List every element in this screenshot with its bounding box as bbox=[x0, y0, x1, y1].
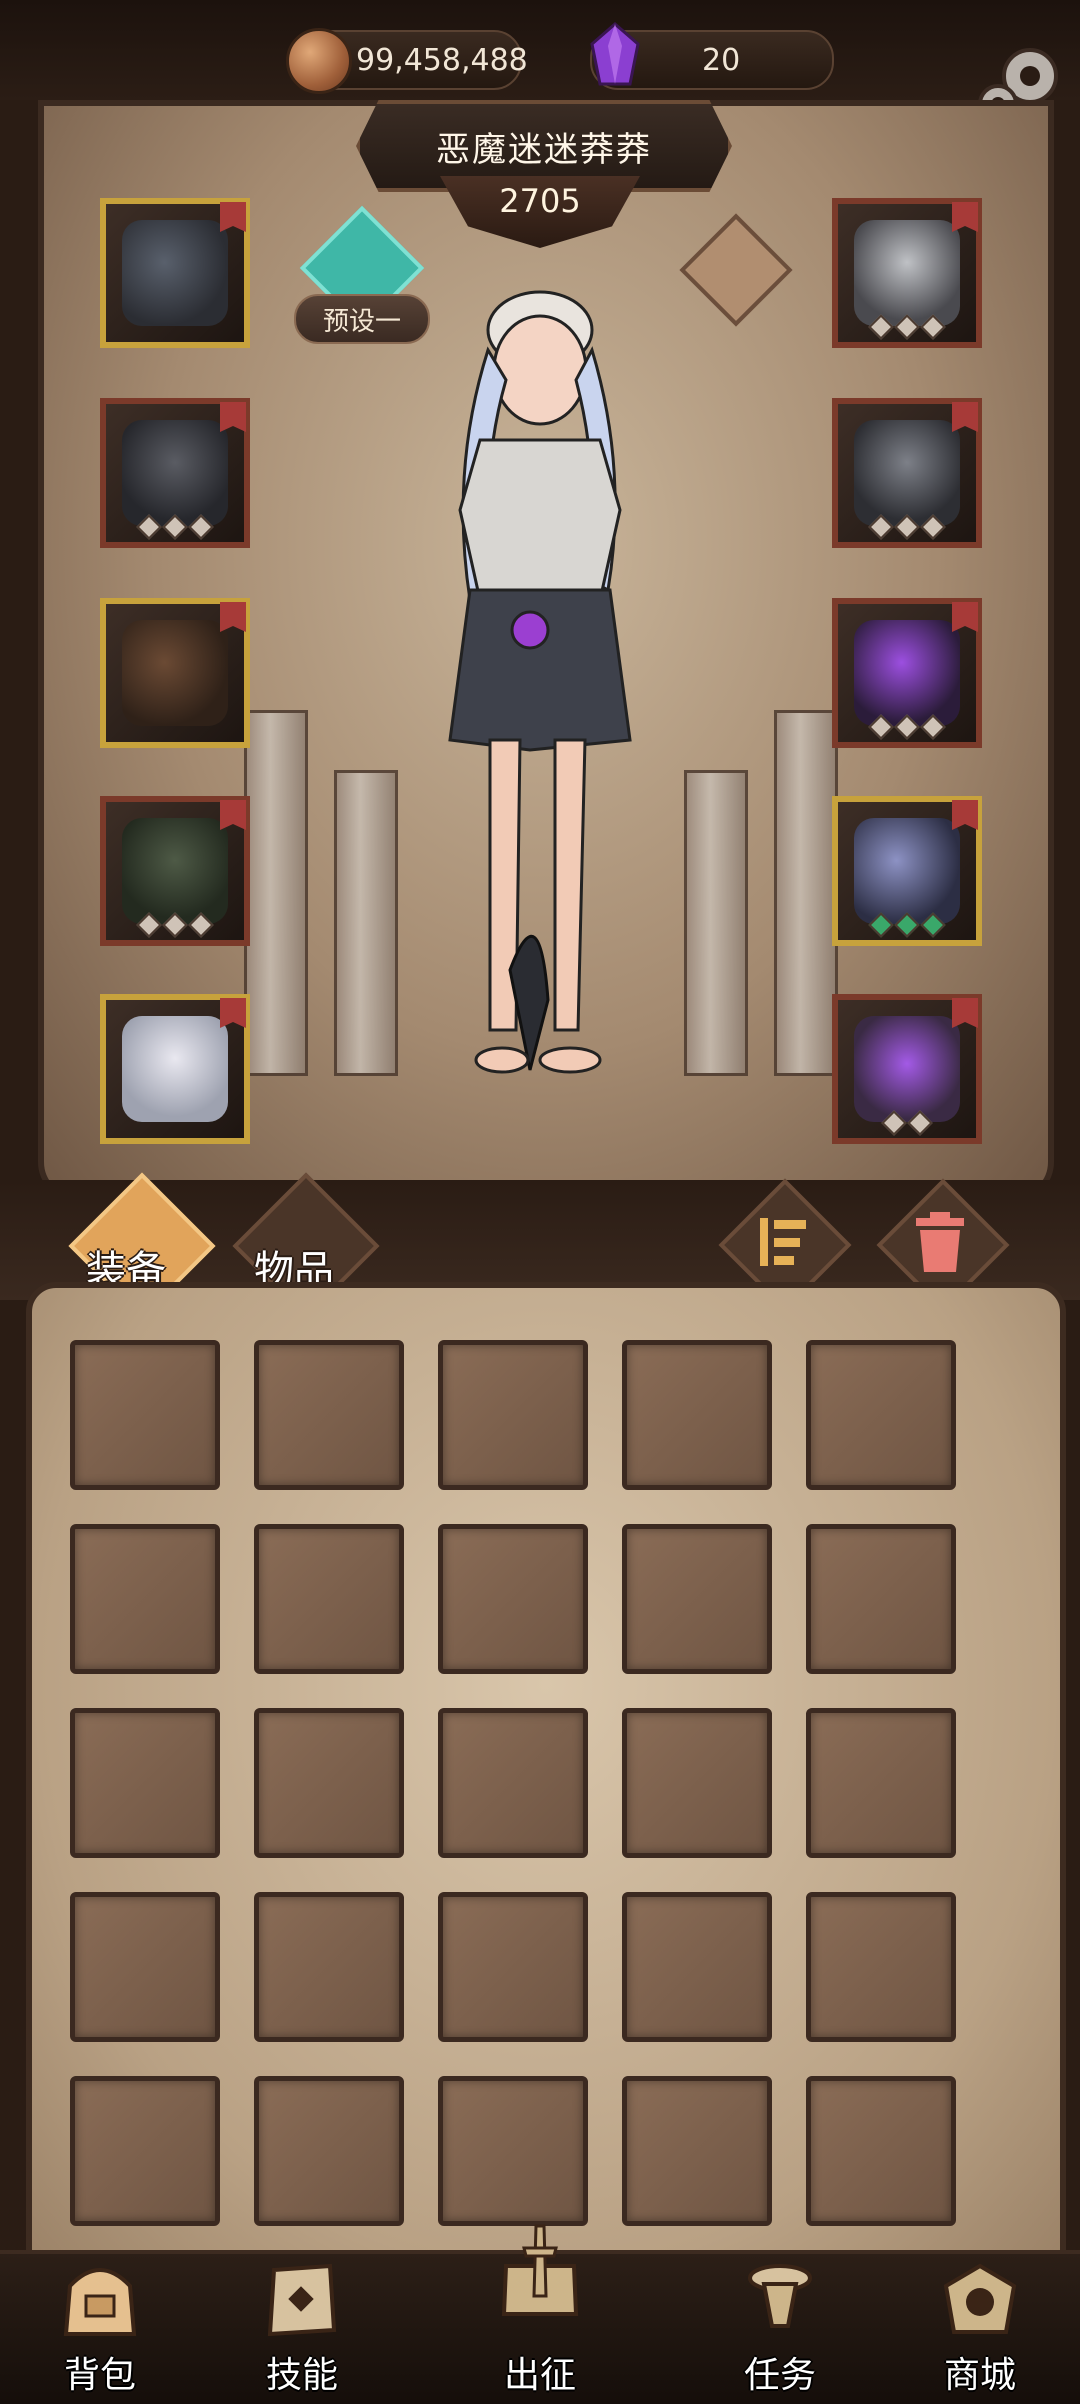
gloves-icon bbox=[122, 620, 228, 726]
skill-icon bbox=[267, 2263, 337, 2337]
inventory-slot[interactable] bbox=[70, 1524, 220, 1674]
backpack-icon bbox=[63, 2268, 137, 2336]
power-value: 2705 bbox=[499, 182, 581, 220]
inventory-slot[interactable] bbox=[622, 1892, 772, 2042]
coin-amount: 99,458,488 bbox=[356, 42, 528, 78]
socket-gems bbox=[106, 912, 244, 938]
equip-slot-gloves[interactable] bbox=[100, 598, 250, 748]
helmet-icon bbox=[854, 220, 960, 326]
nav-backpack-label: 背包 bbox=[63, 2355, 136, 2396]
inventory-slot[interactable] bbox=[806, 1340, 956, 1490]
level-badge bbox=[220, 800, 246, 830]
nav-expedition-label: 出征 bbox=[503, 2355, 576, 2396]
shop-icon bbox=[943, 2263, 1017, 2334]
socket-gems bbox=[838, 912, 976, 938]
inventory-slot[interactable] bbox=[806, 2076, 956, 2226]
level-badge bbox=[952, 402, 978, 432]
inventory-slot[interactable] bbox=[438, 1524, 588, 1674]
inventory-slot[interactable] bbox=[254, 1892, 404, 2042]
equip-slot-helmet[interactable] bbox=[832, 198, 982, 348]
inventory-slot[interactable] bbox=[806, 1708, 956, 1858]
bracer-icon bbox=[854, 420, 960, 526]
nav-skills-label: 技能 bbox=[265, 2355, 338, 2396]
level-badge bbox=[952, 998, 978, 1028]
character-name: 恶魔迷迷莽莽 bbox=[436, 129, 652, 170]
equip-slot-pants[interactable] bbox=[100, 796, 250, 946]
socket-gems bbox=[106, 514, 244, 540]
level-badge bbox=[220, 602, 246, 632]
inventory-slot[interactable] bbox=[70, 1708, 220, 1858]
nav-backpack[interactable]: 背包 bbox=[20, 2250, 180, 2400]
equip-slot-ring[interactable] bbox=[832, 598, 982, 748]
ring-icon bbox=[854, 620, 960, 726]
socket-gems bbox=[838, 514, 976, 540]
level-badge bbox=[220, 998, 246, 1028]
level-badge bbox=[220, 402, 246, 432]
nav-shop[interactable]: 商城 bbox=[900, 2250, 1060, 2400]
nav-expedition[interactable]: 出征 bbox=[460, 2224, 620, 2400]
socket-gems bbox=[838, 714, 976, 740]
socket-gems bbox=[838, 1110, 976, 1136]
boots-icon bbox=[122, 1016, 228, 1122]
potion-icon bbox=[854, 1016, 960, 1122]
inventory-slot[interactable] bbox=[622, 1524, 772, 1674]
inventory-slot[interactable] bbox=[70, 1340, 220, 1490]
equip-slot-boots[interactable] bbox=[100, 994, 250, 1144]
coin-icon bbox=[286, 28, 352, 94]
gem-icon bbox=[590, 22, 640, 86]
inventory-slot[interactable] bbox=[622, 1340, 772, 1490]
inventory-slot[interactable] bbox=[438, 1340, 588, 1490]
equip-slot-weapon[interactable] bbox=[100, 198, 250, 348]
quest-icon bbox=[748, 2264, 812, 2328]
equip-slot-armor[interactable] bbox=[100, 398, 250, 548]
weapon-icon bbox=[122, 220, 228, 326]
backdrop-plank bbox=[244, 710, 308, 1076]
level-badge bbox=[952, 800, 978, 830]
inventory-slot[interactable] bbox=[622, 2076, 772, 2226]
gem-counter[interactable]: 20 bbox=[590, 22, 834, 90]
inventory-slot[interactable] bbox=[254, 2076, 404, 2226]
level-badge bbox=[952, 202, 978, 232]
gem-amount: 20 bbox=[702, 42, 741, 78]
inventory-slot[interactable] bbox=[806, 1524, 956, 1674]
level-badge bbox=[952, 602, 978, 632]
armor-icon bbox=[122, 420, 228, 526]
inventory-slot[interactable] bbox=[254, 1340, 404, 1490]
coin-counter[interactable]: 99,458,488 bbox=[286, 28, 528, 94]
pants-icon bbox=[122, 818, 228, 924]
level-badge bbox=[220, 202, 246, 232]
top-bar bbox=[0, 0, 1080, 100]
character-figure bbox=[448, 290, 632, 1074]
inventory-slot[interactable] bbox=[622, 1708, 772, 1858]
inventory-grid bbox=[70, 1340, 956, 2226]
inventory-slot[interactable] bbox=[70, 2076, 220, 2226]
trash-icon bbox=[916, 1212, 964, 1272]
staff-icon bbox=[854, 818, 960, 924]
equip-slot-bracer[interactable] bbox=[832, 398, 982, 548]
inventory-slot[interactable] bbox=[438, 1708, 588, 1858]
equip-slot-potion[interactable] bbox=[832, 994, 982, 1144]
backdrop-plank bbox=[774, 710, 838, 1076]
inventory-slot[interactable] bbox=[254, 1708, 404, 1858]
inventory-slot[interactable] bbox=[806, 1892, 956, 2042]
equip-slot-staff[interactable] bbox=[832, 796, 982, 946]
expedition-icon bbox=[501, 2224, 579, 2316]
inventory-slot[interactable] bbox=[70, 1892, 220, 2042]
nav-quests-label: 任务 bbox=[743, 2355, 816, 2396]
nav-skills[interactable]: 技能 bbox=[222, 2250, 382, 2400]
nav-quests[interactable]: 任务 bbox=[700, 2250, 860, 2400]
inventory-slot[interactable] bbox=[254, 1524, 404, 1674]
sort-icon bbox=[760, 1218, 806, 1266]
inventory-slot[interactable] bbox=[438, 1892, 588, 2042]
nav-shop-label: 商城 bbox=[943, 2355, 1016, 2396]
socket-gems bbox=[838, 314, 976, 340]
inventory-slot[interactable] bbox=[438, 2076, 588, 2226]
